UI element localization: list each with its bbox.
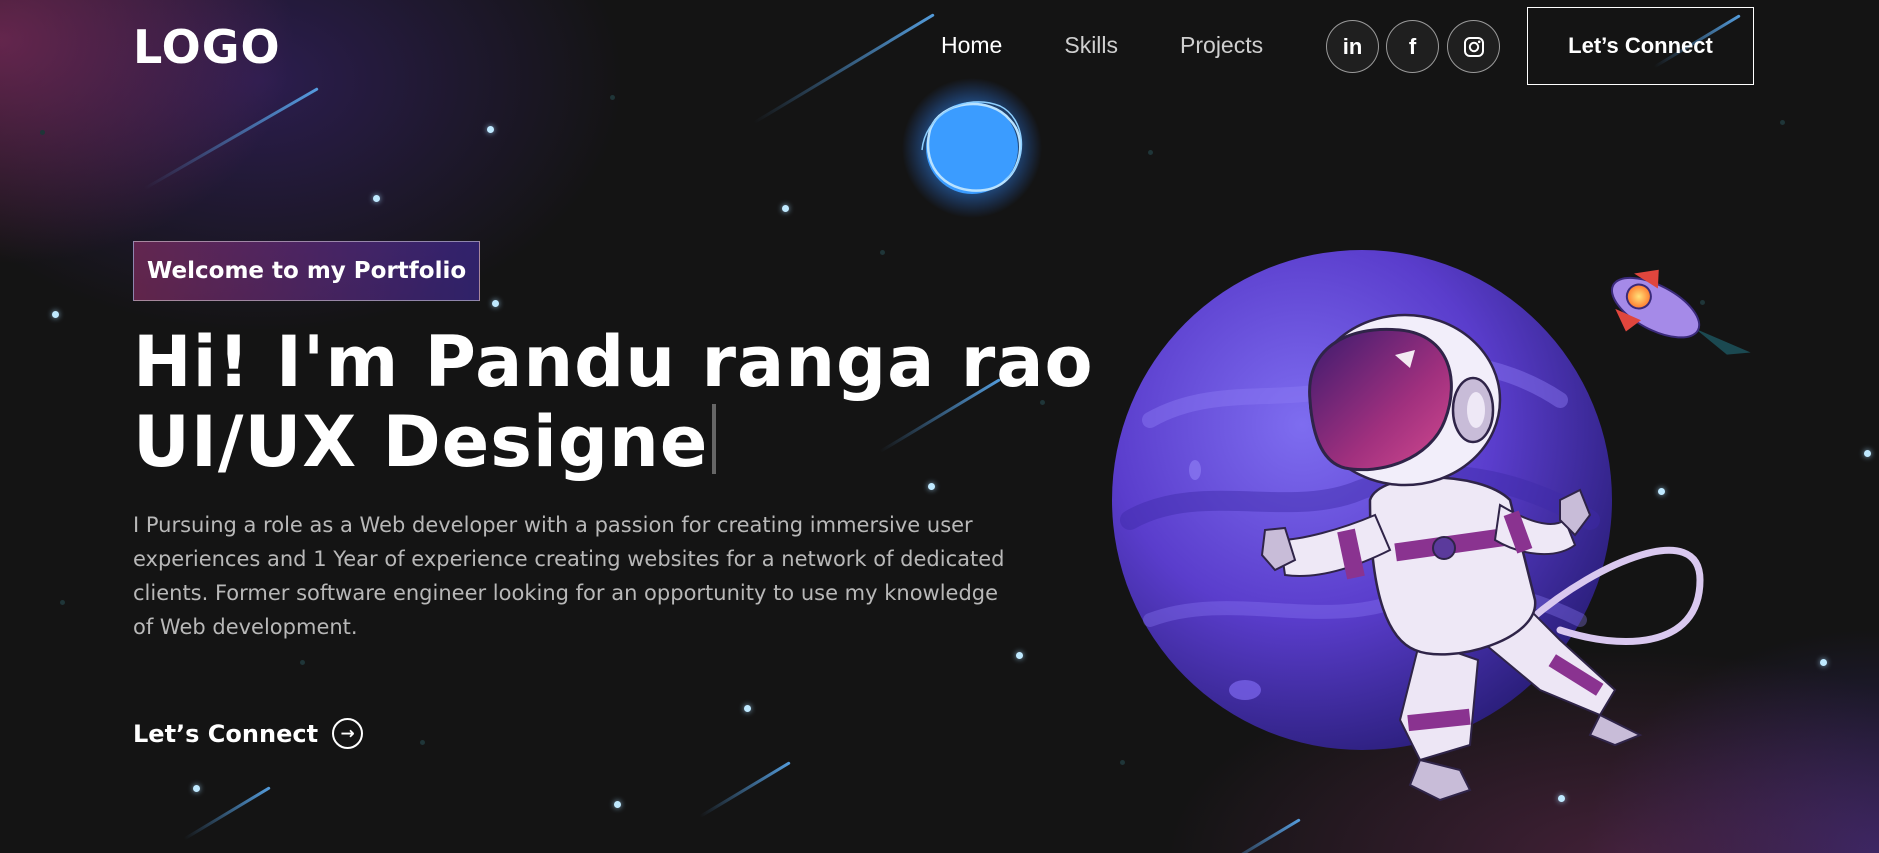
hero-connect-label: Let’s Connect <box>133 719 319 748</box>
hero-connect-link[interactable]: Let’s Connect → <box>133 718 364 749</box>
linkedin-button[interactable]: in <box>1326 20 1379 73</box>
headline-line-1: Hi! I'm Pandu ranga rao <box>133 321 1094 403</box>
facebook-button[interactable]: f <box>1386 20 1439 73</box>
nav-home[interactable]: Home <box>941 32 1002 59</box>
instagram-icon <box>1463 36 1484 57</box>
site-logo[interactable]: LOGO <box>133 20 281 74</box>
typing-cursor <box>712 404 717 474</box>
linkedin-icon: in <box>1342 33 1363 59</box>
nav-skills[interactable]: Skills <box>1064 32 1118 59</box>
main-nav: Home Skills Projects <box>941 32 1325 59</box>
facebook-icon: f <box>1408 33 1417 59</box>
instagram-button[interactable] <box>1447 20 1500 73</box>
headline-line-2: UI/UX Designe <box>133 401 709 483</box>
rocket-illustration <box>1610 269 1751 355</box>
hero-description: I Pursuing a role as a Web developer wit… <box>133 513 1005 639</box>
arrow-right-circle-icon: → <box>332 718 364 749</box>
moon-illustration <box>902 78 1042 218</box>
lets-connect-button[interactable]: Let’s Connect <box>1527 7 1754 85</box>
nav-projects[interactable]: Projects <box>1180 32 1263 59</box>
welcome-tagline: Welcome to my Portfolio <box>133 241 481 301</box>
hero-headline: Hi! I'm Pandu ranga rao UI/UX Designe <box>133 322 1094 482</box>
